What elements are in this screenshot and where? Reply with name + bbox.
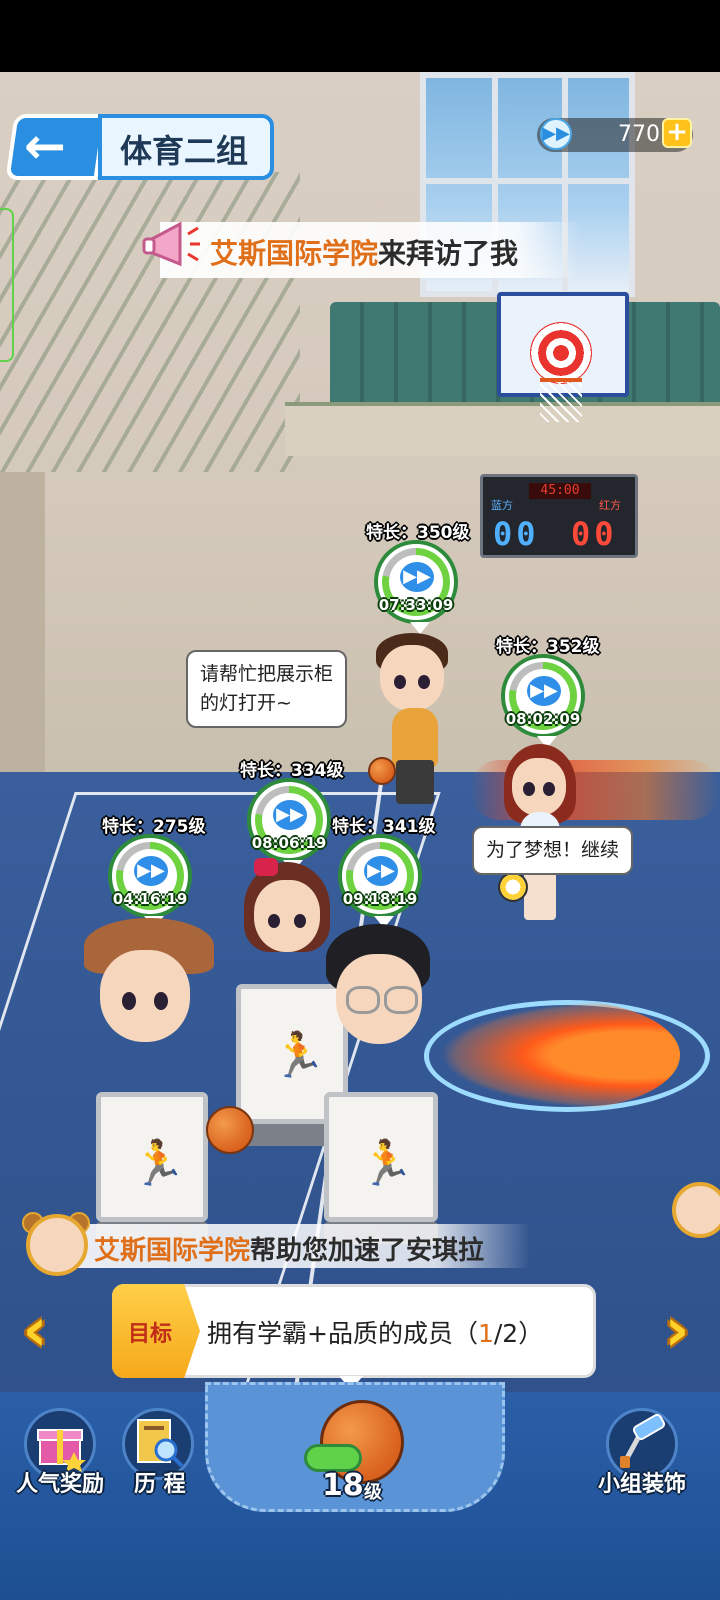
scoreboard-time: 45:00 [529, 483, 591, 499]
reward-label: 人气奖励 [16, 1472, 105, 1497]
notice-text: 艾斯国际学院帮助您加速了安琪拉 [94, 1230, 484, 1267]
treadmill: 🏃 [324, 1092, 438, 1222]
goal-current: 1 [477, 1319, 494, 1348]
character-head [254, 880, 320, 952]
timer-text: 08:02:09 [505, 710, 581, 728]
speedup-timer[interactable]: ▶▶ 08:06:19 [247, 778, 331, 872]
fast-forward-icon: ▶▶ [364, 856, 398, 886]
speech-bubble: 请帮忙把展示柜 的灯打开~ [186, 650, 348, 728]
gift-icon [37, 1429, 86, 1472]
scoreboard-blue-score: 00 [493, 515, 540, 553]
decor-label: 小组装饰 [598, 1472, 687, 1497]
hair-bow [254, 858, 278, 876]
page-title: 体育二组 [120, 132, 249, 170]
speedup-timer[interactable]: ▶▶ 09:18:19 [338, 834, 422, 928]
character-head [380, 645, 444, 711]
goal-text: 拥有学霸+品质的成员（1/2） [207, 1319, 544, 1348]
volleyball [498, 872, 528, 902]
speedup-timer[interactable]: ▶▶ 07:33:09 [374, 540, 458, 634]
character-body [392, 708, 438, 768]
speedup-timer[interactable]: ▶▶ 08:02:09 [501, 654, 585, 748]
timer-text: 09:18:19 [342, 890, 418, 908]
character-level: 特长：352级 [496, 637, 600, 657]
target-icon [530, 322, 592, 384]
fast-forward-icon: ▶▶ [400, 562, 434, 592]
chevron-left-icon[interactable]: ‹ [10, 1300, 60, 1366]
character-head [512, 758, 566, 816]
treadmill: 🏃 [96, 1092, 208, 1222]
scoreboard-red-label: 红方 [599, 499, 621, 512]
timer-text: 08:06:19 [251, 834, 327, 852]
group-level: 18 [322, 1468, 364, 1503]
announcement-text: 艾斯国际学院来拜访了我 [210, 232, 518, 272]
timer-text: 04:16:19 [112, 890, 188, 908]
chevron-right-icon[interactable]: › [652, 1300, 702, 1366]
notice-rest: 帮助您加速了安琪拉 [250, 1236, 485, 1266]
side-drawer-tab[interactable] [0, 208, 14, 362]
notice-school: 艾斯国际学院 [94, 1236, 251, 1266]
book-icon [137, 1419, 184, 1468]
goal-tag-label: 目标 [128, 1322, 173, 1347]
megaphone-icon [142, 221, 200, 267]
announcement-rest: 来拜访了我 [378, 237, 519, 270]
basketball [206, 1106, 254, 1154]
scoreboard-red-score: 00 [571, 515, 618, 553]
coin-count: 770 [618, 122, 660, 147]
announcement-school: 艾斯国际学院 [210, 237, 379, 270]
add-coins-button[interactable]: + [662, 118, 692, 148]
speedup-timer[interactable]: ▶▶ 04:16:19 [108, 834, 192, 928]
character-head [100, 950, 190, 1042]
basketball [368, 757, 396, 785]
fast-forward-icon: ▶▶ [527, 676, 561, 706]
scoreboard: 45:00 蓝方 红方 00 00 [480, 474, 638, 558]
fast-forward-icon: ▶▶ [134, 856, 168, 886]
scoreboard-blue-label: 蓝方 [491, 499, 513, 512]
side-visitor-avatar[interactable] [672, 1182, 720, 1238]
coin-icon: ▶▶ [540, 118, 572, 150]
back-arrow-icon: ← [24, 117, 66, 175]
flaming-basketball-decal [440, 1000, 680, 1110]
fast-forward-icon: ▶▶ [273, 800, 307, 830]
paint-roller-icon [620, 1414, 666, 1468]
visitor-avatar [26, 1214, 88, 1276]
group-level-unit: 级 [364, 1482, 382, 1503]
hoop-net [540, 378, 582, 422]
character-head [336, 954, 422, 1044]
balcony [285, 402, 720, 456]
speech-bubble: 为了梦想！继续 [472, 826, 634, 875]
timer-text: 07:33:09 [378, 596, 454, 614]
history-label: 历 程 [134, 1472, 186, 1497]
